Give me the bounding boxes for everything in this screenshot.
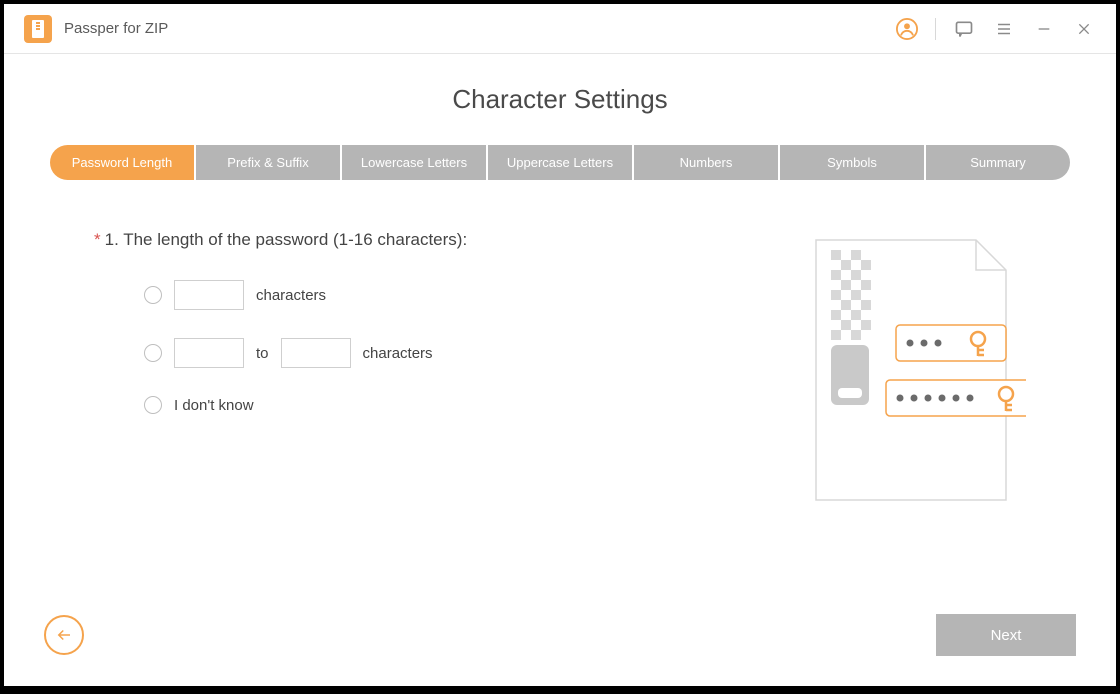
tab-password-length[interactable]: Password Length (50, 145, 194, 180)
tab-lowercase[interactable]: Lowercase Letters (342, 145, 486, 180)
tab-summary[interactable]: Summary (926, 145, 1070, 180)
tab-prefix-suffix[interactable]: Prefix & Suffix (196, 145, 340, 180)
option-range: to characters (144, 338, 786, 368)
tab-uppercase[interactable]: Uppercase Letters (488, 145, 632, 180)
main-row: *1. The length of the password (1-16 cha… (44, 230, 1076, 515)
label-unknown: I don't know (174, 397, 254, 414)
app-window: Passper for ZIP Character Settings Passw… (4, 4, 1116, 686)
user-icon[interactable] (895, 17, 919, 41)
titlebar-controls (895, 17, 1096, 41)
required-asterisk: * (94, 230, 101, 249)
label-range-suffix: characters (363, 345, 433, 362)
option-exact: characters (144, 280, 786, 310)
label-range-to: to (256, 345, 269, 362)
feedback-icon[interactable] (952, 17, 976, 41)
page-title: Character Settings (44, 84, 1076, 115)
question-label: 1. The length of the password (1-16 char… (105, 230, 468, 249)
footer: Next (44, 614, 1076, 656)
input-range-to[interactable] (281, 338, 351, 368)
minimize-icon[interactable] (1032, 17, 1056, 41)
radio-unknown[interactable] (144, 396, 162, 414)
radio-exact[interactable] (144, 286, 162, 304)
close-icon[interactable] (1072, 17, 1096, 41)
tab-strip: Password Length Prefix & Suffix Lowercas… (44, 145, 1076, 180)
content-area: Character Settings Password Length Prefi… (4, 54, 1116, 686)
input-exact-length[interactable] (174, 280, 244, 310)
illustration (806, 230, 1026, 515)
next-button[interactable]: Next (936, 614, 1076, 656)
arrow-left-icon (55, 626, 73, 644)
zip-icon (30, 20, 46, 38)
input-range-from[interactable] (174, 338, 244, 368)
label-exact-suffix: characters (256, 287, 326, 304)
back-button[interactable] (44, 615, 84, 655)
app-title: Passper for ZIP (64, 20, 895, 37)
titlebar: Passper for ZIP (4, 4, 1116, 54)
separator (935, 18, 936, 40)
app-logo (24, 15, 52, 43)
option-unknown: I don't know (144, 396, 786, 414)
form-column: *1. The length of the password (1-16 cha… (94, 230, 786, 515)
menu-icon[interactable] (992, 17, 1016, 41)
radio-range[interactable] (144, 344, 162, 362)
tab-symbols[interactable]: Symbols (780, 145, 924, 180)
question-text: *1. The length of the password (1-16 cha… (94, 230, 786, 250)
tab-numbers[interactable]: Numbers (634, 145, 778, 180)
